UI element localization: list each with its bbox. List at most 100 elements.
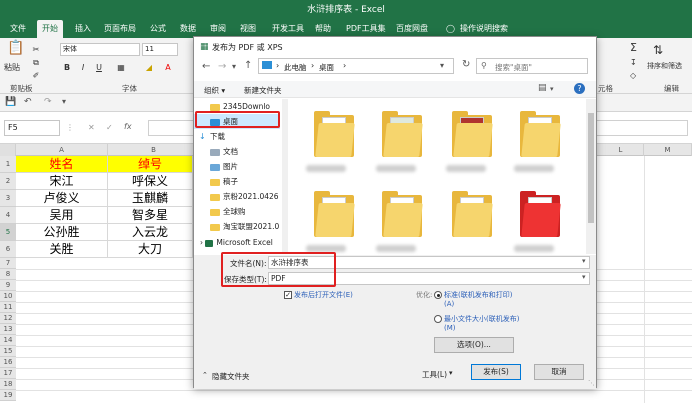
row-header[interactable]: 15 [0,346,16,357]
filename-dropdown-icon[interactable]: ▾ [582,257,586,265]
table-cell[interactable]: 吴用 [16,207,108,224]
forward-icon[interactable]: → [218,61,226,72]
row-header[interactable]: 3 [0,190,16,207]
opt-min-radio[interactable] [434,315,442,323]
redo-icon[interactable]: ↷ [44,97,52,107]
file-view-scrollbar[interactable] [586,99,596,254]
tab-formulas[interactable]: 公式 [150,20,166,38]
font-color-icon[interactable]: A [162,62,174,74]
breadcrumb-desktop[interactable]: 桌面 [319,62,334,73]
table-cell[interactable]: 智多星 [108,207,193,224]
row-header[interactable]: 8 [0,269,16,280]
cell-header-name[interactable]: 姓名 [16,156,108,173]
cut-icon[interactable]: ✂ [31,44,41,56]
tab-file[interactable]: 文件 [10,20,26,38]
hide-folders-button[interactable]: 隐藏文件夹 [212,371,250,382]
select-all-corner[interactable] [0,144,16,156]
row-header[interactable]: 19 [0,390,16,401]
row-header[interactable]: 18 [0,379,16,390]
row-header[interactable]: 9 [0,280,16,291]
address-dropdown-icon[interactable]: ▾ [440,61,444,70]
table-cell[interactable]: 玉麒麟 [108,190,193,207]
resize-grip-icon[interactable]: ⋱ [588,379,595,387]
tools-button[interactable]: 工具(L) [422,369,447,380]
address-bar[interactable]: › 此电脑 › 桌面 › [258,58,454,74]
save-icon[interactable]: 💾 [5,97,16,107]
cancel-button[interactable]: 取消 [534,364,584,380]
tree-item[interactable]: 淘宝联盟2021.0 [194,219,280,234]
table-cell[interactable]: 呼保义 [108,173,193,190]
view-dropdown-icon[interactable]: ▾ [550,85,554,93]
font-size-select[interactable]: 11 [142,43,178,56]
folder-icon[interactable] [520,191,561,237]
row-header[interactable]: 11 [0,302,16,313]
organize-button[interactable]: 组织 ▾ [204,85,225,96]
border-icon[interactable]: ▦ [115,62,127,74]
tools-dropdown-icon[interactable]: ▾ [449,369,453,377]
options-button[interactable]: 选项(O)... [434,337,514,353]
copy-icon[interactable]: ⧉ [31,57,41,69]
folder-icon[interactable] [314,111,355,157]
tree-item[interactable]: 稿子 [194,174,280,189]
table-cell[interactable]: 入云龙 [108,224,193,241]
row-header[interactable]: 2 [0,173,16,190]
row-header[interactable]: 7 [0,258,16,269]
sort-filter-icon[interactable]: ⇅ [653,44,663,56]
italic-button[interactable]: I [78,62,88,74]
refresh-icon[interactable]: ↻ [462,59,470,70]
folder-icon[interactable] [314,191,355,237]
function-button[interactable]: fx [124,122,132,131]
folder-icon[interactable] [520,111,561,157]
bold-button[interactable]: B [62,62,72,74]
tree-item-downloads[interactable]: ↓ 下载 [194,129,280,144]
undo-icon[interactable]: ↶ [24,97,32,107]
tree-item[interactable]: 京粉2021.0426 [194,189,280,204]
table-cell[interactable]: 关胜 [16,241,108,258]
sort-filter-button[interactable]: 排序和筛选 [647,60,682,72]
column-header[interactable]: M [644,144,692,156]
row-header[interactable]: 12 [0,313,16,324]
folder-icon[interactable] [382,111,423,157]
view-options-icon[interactable]: ▤ [538,83,547,93]
tab-home[interactable]: 开始 [37,20,63,38]
table-cell[interactable]: 卢俊义 [16,190,108,207]
tab-page-layout[interactable]: 页面布局 [104,20,136,38]
folder-icon[interactable] [382,191,423,237]
row-header[interactable]: 1 [0,156,16,173]
format-painter-icon[interactable]: ✐ [31,70,41,82]
row-header[interactable]: 14 [0,335,16,346]
column-header[interactable]: A [16,144,108,156]
tree-item-excel[interactable]: › Microsoft Excel [194,235,280,250]
row-header[interactable]: 6 [0,241,16,258]
cell-header-nickname[interactable]: 绰号 [108,156,193,173]
cancel-entry-icon[interactable]: ✕ [88,123,95,132]
filetype-dropdown-icon[interactable]: ▾ [582,273,586,281]
folder-icon[interactable] [452,191,493,237]
paste-button[interactable]: 粘贴 [4,62,20,74]
nav-scrollbar[interactable] [282,99,288,254]
clear-icon[interactable]: ◇ [630,70,636,82]
row-header[interactable]: 16 [0,357,16,368]
row-header[interactable]: 13 [0,324,16,335]
publish-button[interactable]: 发布(S) [471,364,521,380]
name-box[interactable]: F5 [4,120,60,136]
fill-down-icon[interactable]: ↧ [630,57,637,69]
opt-standard-radio[interactable] [434,291,442,299]
new-folder-button[interactable]: 新建文件夹 [244,85,282,96]
row-header[interactable]: 10 [0,291,16,302]
row-header[interactable]: 5 [0,224,16,241]
row-header[interactable]: 17 [0,368,16,379]
open-after-checkbox[interactable]: ✓ [284,291,292,299]
tab-insert[interactable]: 插入 [75,20,91,38]
column-header[interactable]: B [108,144,200,156]
breadcrumb-this-pc[interactable]: 此电脑 [284,62,307,73]
up-icon[interactable]: ↑ [244,60,252,71]
autosum-button[interactable]: Σ [630,42,637,54]
row-header[interactable]: 4 [0,207,16,224]
hide-folders-chevron-icon[interactable]: ⌃ [202,371,208,379]
table-cell[interactable]: 公孙胜 [16,224,108,241]
recent-dropdown-icon[interactable]: ▾ [232,62,236,71]
customize-qat-icon[interactable]: ▾ [62,97,66,106]
confirm-entry-icon[interactable]: ✓ [106,123,113,132]
font-name-select[interactable]: 宋体 [60,43,140,56]
